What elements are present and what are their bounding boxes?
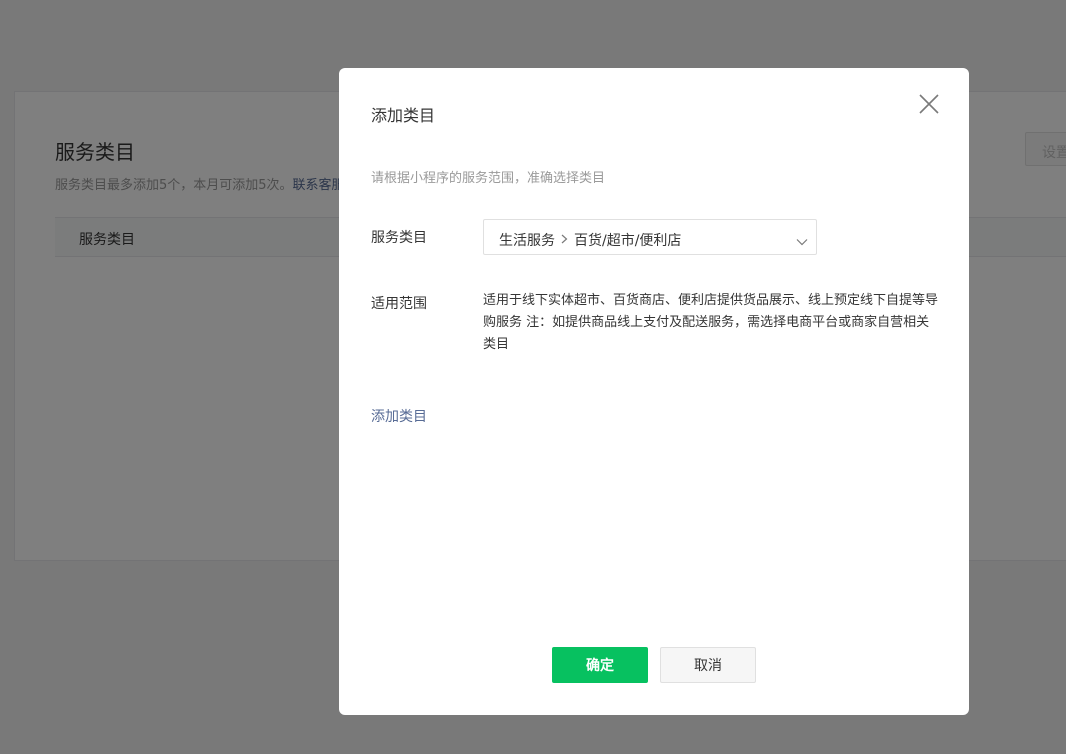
- dialog-title: 添加类目: [371, 106, 436, 125]
- category-level2: 百货/超市/便利店: [574, 233, 682, 249]
- close-icon[interactable]: [919, 94, 939, 114]
- cancel-button[interactable]: 取消: [660, 647, 756, 683]
- category-select[interactable]: 生活服务 百货/超市/便利店: [483, 219, 817, 255]
- category-level1: 生活服务: [499, 233, 555, 249]
- scope-label: 适用范围: [371, 296, 427, 312]
- confirm-button[interactable]: 确定: [552, 647, 648, 683]
- add-category-dialog: 添加类目 请根据小程序的服务范围，准确选择类目 服务类目 生活服务 百货/超市/…: [339, 68, 969, 715]
- add-category-link[interactable]: 添加类目: [371, 406, 427, 426]
- chevron-right-icon: [561, 232, 568, 248]
- scope-description: 适用于线下实体超市、百货商店、便利店提供货品展示、线上预定线下自提等导购服务 注…: [483, 293, 939, 352]
- category-label: 服务类目: [371, 230, 427, 246]
- chevron-down-icon: [796, 234, 808, 250]
- dialog-tip: 请根据小程序的服务范围，准确选择类目: [371, 171, 606, 186]
- category-select-value: 生活服务 百货/超市/便利店: [499, 230, 681, 250]
